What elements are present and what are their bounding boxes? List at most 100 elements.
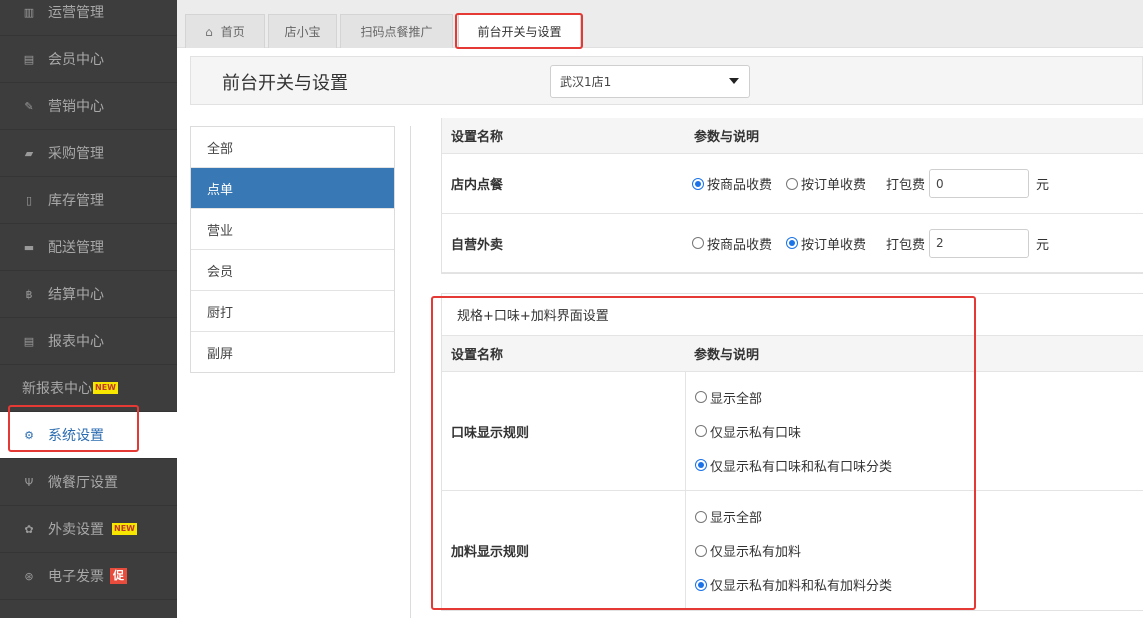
sidebar-item-label: 微餐厅设置: [48, 475, 118, 491]
category-order[interactable]: 点单: [191, 168, 394, 209]
table-row-takeout: 自营外卖 按商品收费 按订单收费 打包费 元: [442, 214, 1143, 273]
private-and-category-radio[interactable]: 仅显示私有口味和私有口味分类: [695, 448, 892, 482]
show-all-radio[interactable]: 显示全部: [695, 380, 762, 414]
caret-down-icon: [729, 78, 739, 84]
sidebar-item-label: 系统设置: [48, 428, 104, 444]
packing-fee-label: 打包费: [886, 178, 926, 193]
home-icon: ⌂: [205, 24, 213, 39]
setting-name: 店内点餐: [451, 178, 504, 193]
sidebar-item-label: 结算中心: [48, 287, 104, 303]
column-header-params: 参数与说明: [694, 130, 760, 145]
sidebar-item-inventory[interactable]: ▯ 库存管理: [0, 177, 177, 224]
currency-unit: 元: [1036, 237, 1050, 253]
radio-label: 显示全部: [710, 391, 763, 407]
sidebar-item-e-invoice[interactable]: ⊛ 电子发票 促: [0, 553, 177, 600]
radio-checked-icon: [786, 237, 799, 249]
table-row-addon-rule: 加料显示规则 显示全部 仅显示私有加料 仅显示私有加料和私有加料分类: [442, 491, 1143, 610]
sidebar-item-settlement[interactable]: ฿ 结算中心: [0, 271, 177, 318]
sidebar-item-label: 电子发票: [48, 569, 104, 585]
radio-label: 按商品收费: [707, 237, 773, 253]
category-business[interactable]: 营业: [191, 209, 394, 250]
setting-params: 显示全部 仅显示私有加料 仅显示私有加料和私有加料分类: [685, 491, 1143, 610]
tab-scan-order-promo[interactable]: 扫码点餐推广: [340, 14, 453, 48]
radio-label: 显示全部: [710, 511, 763, 526]
category-member[interactable]: 会员: [191, 250, 394, 291]
sidebar-item-more[interactable]: [0, 600, 177, 618]
settings-category-menu: 全部 点单 营业 会员 厨打 副屏: [190, 126, 395, 373]
column-header-name: 设置名称: [451, 130, 504, 145]
bitcoin-icon: ฿: [25, 287, 33, 301]
setting-params: 按商品收费 按订单收费 打包费 元: [685, 228, 1143, 258]
radio-unchecked-icon: [692, 237, 704, 249]
sidebar-item-purchasing[interactable]: ▰ 采购管理: [0, 130, 177, 177]
page-header: 前台开关与设置 武汉1店1: [190, 56, 1143, 105]
packing-fee-input[interactable]: [929, 169, 1030, 198]
radio-unchecked-icon: [695, 425, 707, 437]
radio-checked-icon: [695, 578, 707, 591]
private-only-radio[interactable]: 仅显示私有口味: [695, 414, 801, 448]
radio-label: 按订单收费: [801, 237, 867, 253]
sidebar-item-label: 运营管理: [48, 5, 104, 21]
sidebar-item-takeout[interactable]: ✿ 外卖设置 NEW: [0, 506, 177, 553]
truck-icon: ▬: [23, 240, 35, 254]
report-icon: ▤: [23, 334, 35, 348]
document-icon: ▯: [25, 193, 33, 207]
sidebar-item-label: 报表中心: [48, 334, 104, 350]
charge-by-item-radio[interactable]: 按商品收费: [692, 174, 772, 193]
sidebar-item-operations[interactable]: ▥ 运营管理: [0, 0, 177, 36]
sidebar-item-label: 外卖设置: [48, 522, 104, 538]
sidebar-item-marketing[interactable]: ✎ 营销中心: [0, 83, 177, 130]
sidebar-item-system-settings[interactable]: ⚙ 系统设置: [0, 412, 177, 459]
category-second-screen[interactable]: 副屏: [191, 332, 394, 373]
category-kitchen-print[interactable]: 厨打: [191, 291, 394, 332]
edit-icon: ✎: [24, 99, 34, 113]
column-header-params: 参数与说明: [694, 348, 760, 363]
cutlery-icon: Ψ: [24, 475, 34, 489]
chart-icon: ▥: [23, 5, 35, 19]
tab-label: 店小宝: [284, 25, 321, 39]
divider: [410, 126, 411, 618]
packing-fee-input[interactable]: [929, 228, 1030, 258]
private-only-radio[interactable]: 仅显示私有加料: [695, 534, 801, 568]
sidebar-item-new-reports[interactable]: 新报表中心 NEW: [0, 365, 177, 412]
tab-dianxiaobao[interactable]: 店小宝: [268, 14, 337, 48]
radio-label: 按订单收费: [801, 178, 867, 193]
charge-by-item-radio[interactable]: 按商品收费: [692, 234, 772, 253]
packing-fee-label: 打包费: [886, 237, 926, 253]
setting-name: 口味显示规则: [451, 425, 530, 441]
setting-params: 按商品收费 按订单收费 打包费 元: [685, 169, 1143, 198]
book-icon: ▰: [24, 146, 34, 160]
page-title: 前台开关与设置: [222, 73, 348, 94]
gears-icon: ⚙: [24, 428, 34, 442]
tab-label: 前台开关与设置: [477, 25, 562, 39]
radio-label: 仅显示私有口味和私有口味分类: [710, 459, 893, 475]
store-select[interactable]: 武汉1店1: [550, 65, 750, 98]
packing-fee-panel: 设置名称 参数与说明 店内点餐 按商品收费 按订单收费 打包费 元 自营外卖 按…: [441, 118, 1143, 274]
sidebar-item-reports[interactable]: ▤ 报表中心: [0, 318, 177, 365]
table-header: 设置名称 参数与说明: [442, 336, 1143, 372]
new-badge: NEW: [93, 382, 118, 394]
tab-home[interactable]: ⌂ 首页: [185, 14, 265, 48]
show-all-radio[interactable]: 显示全部: [695, 500, 762, 534]
setting-params: 显示全部 仅显示私有口味 仅显示私有口味和私有口味分类: [685, 371, 1143, 491]
radio-unchecked-icon: [695, 510, 707, 523]
sidebar-item-micro-restaurant[interactable]: Ψ 微餐厅设置: [0, 459, 177, 506]
sidebar-item-label: 会员中心: [48, 52, 104, 68]
category-all[interactable]: 全部: [191, 127, 394, 168]
charge-by-order-radio[interactable]: 按订单收费: [786, 234, 866, 253]
table-header: 设置名称 参数与说明: [442, 118, 1143, 154]
currency-unit: 元: [1036, 178, 1050, 193]
radio-checked-icon: [692, 177, 704, 190]
sidebar-item-members[interactable]: ▤ 会员中心: [0, 36, 177, 83]
panel-title: 规格+口味+加料界面设置: [442, 294, 1143, 336]
sidebar-item-delivery[interactable]: ▬ 配送管理: [0, 224, 177, 271]
private-and-category-radio[interactable]: 仅显示私有加料和私有加料分类: [695, 568, 892, 602]
radio-unchecked-icon: [786, 177, 799, 190]
radio-label: 仅显示私有口味: [710, 425, 802, 441]
tab-frontdesk-settings[interactable]: 前台开关与设置: [458, 14, 581, 48]
radio-unchecked-icon: [695, 391, 707, 403]
charge-by-order-radio[interactable]: 按订单收费: [786, 174, 866, 193]
table-row-flavor-rule: 口味显示规则 显示全部 仅显示私有口味 仅显示私有口味和私有口味分类: [442, 371, 1143, 491]
store-select-value: 武汉1店1: [560, 75, 612, 89]
tab-label: 扫码点餐推广: [360, 25, 433, 39]
